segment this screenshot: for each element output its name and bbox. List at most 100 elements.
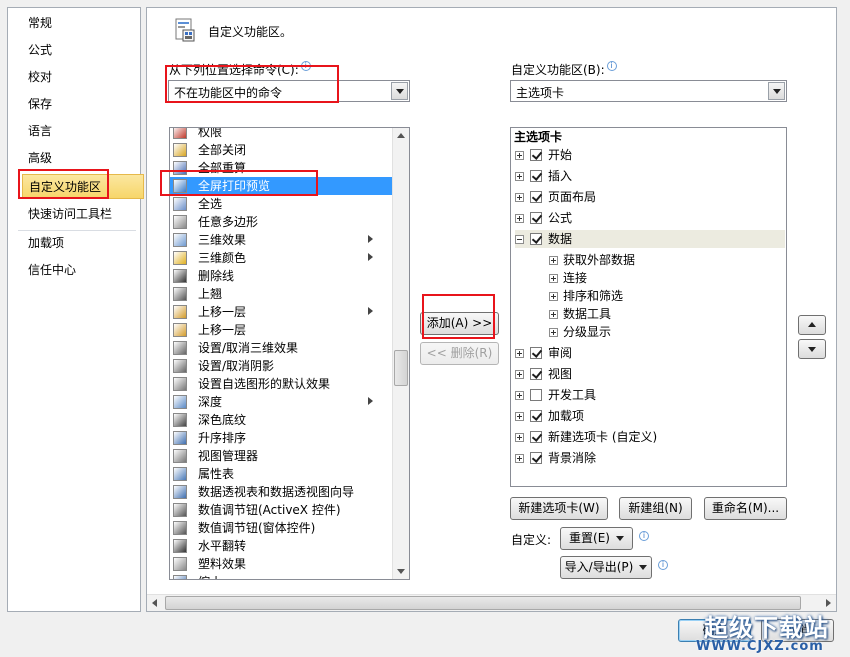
command-item[interactable]: 权限 <box>170 128 393 141</box>
command-item[interactable]: 视图管理器 <box>170 447 393 465</box>
expand-icon[interactable] <box>549 292 558 301</box>
new-group-button[interactable]: 新建组(N) <box>619 497 692 520</box>
command-item[interactable]: 全部重算 <box>170 159 393 177</box>
nav-item-add-ins[interactable]: 加载项 <box>8 231 140 256</box>
nav-item-trust-center[interactable]: 信任中心 <box>8 258 140 283</box>
commands-list[interactable]: 权限 全部关闭 全部重算 全屏打印预览 全选 任意多边形 三维效果 三维颜色 删除线上翘上移一层… <box>169 127 410 580</box>
nav-item-quick-access-toolbar[interactable]: 快速访问工具栏 <box>8 202 140 227</box>
scroll-up-icon[interactable] <box>393 128 409 144</box>
command-item[interactable]: 全部关闭 <box>170 141 393 159</box>
ribbon-tabs-combo[interactable]: 主选项卡 <box>510 80 787 102</box>
tab-checkbox[interactable] <box>530 191 542 203</box>
ribbon-tab-node[interactable]: 开发工具 <box>515 386 785 404</box>
command-item[interactable]: 深色底纹 <box>170 411 393 429</box>
ribbon-tab-node[interactable]: 页面布局 <box>515 188 785 206</box>
tab-checkbox[interactable] <box>530 233 542 245</box>
command-item[interactable]: 设置自选图形的默认效果 <box>170 375 393 393</box>
add-button[interactable]: 添加(A) >> <box>420 312 499 335</box>
nav-item-save[interactable]: 保存 <box>8 92 140 117</box>
import-export-button[interactable]: 导入/导出(P) <box>560 556 652 579</box>
command-item[interactable]: 删除线 <box>170 267 393 285</box>
scroll-left-icon[interactable] <box>147 595 163 611</box>
command-item[interactable]: 缩小 <box>170 573 393 579</box>
new-tab-button[interactable]: 新建选项卡(W) <box>510 497 608 520</box>
command-label: 数值调节钮(窗体控件) <box>198 521 316 535</box>
command-item[interactable]: 属性表 <box>170 465 393 483</box>
command-item[interactable]: 数值调节钮(ActiveX 控件) <box>170 501 393 519</box>
options-nav: 常规 公式 校对 保存 语言 高级 自定义功能区 快速访问工具栏 加载项 信任中… <box>7 7 144 612</box>
command-item[interactable]: 水平翻转 <box>170 537 393 555</box>
reset-button[interactable]: 重置(E) <box>560 527 633 550</box>
command-item[interactable]: 三维效果 <box>170 231 393 249</box>
ribbon-tab-node[interactable]: 开始 <box>515 146 785 164</box>
ribbon-tree[interactable]: 主选项卡 开始 插入 页面布局 公式 数据 获取外部数据 连接 排序和筛选 数据工具 分级显示 审阅… <box>510 127 787 487</box>
command-item[interactable]: 上翘 <box>170 285 393 303</box>
collapse-icon[interactable] <box>515 235 524 244</box>
ribbon-tab-node[interactable]: 背景消除 <box>515 449 785 467</box>
expand-icon[interactable] <box>515 151 524 160</box>
scroll-thumb[interactable] <box>394 350 408 386</box>
commands-list-scrollbar[interactable] <box>392 128 409 579</box>
nav-item-customize-ribbon[interactable]: 自定义功能区 <box>22 174 144 199</box>
tab-checkbox[interactable] <box>530 368 542 380</box>
move-up-button[interactable] <box>798 315 826 335</box>
expand-icon[interactable] <box>515 193 524 202</box>
move-down-button[interactable] <box>798 339 826 359</box>
expand-icon[interactable] <box>515 370 524 379</box>
tab-checkbox[interactable] <box>530 347 542 359</box>
scroll-down-icon[interactable] <box>393 563 409 579</box>
command-label: 属性表 <box>198 467 235 481</box>
command-item[interactable]: 上移一层 <box>170 303 393 321</box>
ribbon-tab-node[interactable]: 审阅 <box>515 344 785 362</box>
expand-icon[interactable] <box>549 256 558 265</box>
command-item[interactable]: 上移一层 <box>170 321 393 339</box>
tab-checkbox[interactable] <box>530 431 542 443</box>
expand-icon[interactable] <box>515 454 524 463</box>
expand-icon[interactable] <box>515 391 524 400</box>
command-label: 上翘 <box>198 287 223 301</box>
expand-icon[interactable] <box>549 310 558 319</box>
nav-item-formulas[interactable]: 公式 <box>8 38 140 63</box>
expand-icon[interactable] <box>549 274 558 283</box>
remove-button[interactable]: << 删除(R) <box>420 342 499 365</box>
chevron-down-icon[interactable] <box>768 82 785 100</box>
ribbon-tab-node[interactable]: 新建选项卡 (自定义) <box>515 428 785 446</box>
nav-item-proofing[interactable]: 校对 <box>8 65 140 90</box>
ribbon-tab-node[interactable]: 加载项 <box>515 407 785 425</box>
command-item[interactable]: 全屏打印预览 <box>170 177 393 195</box>
nav-item-advanced[interactable]: 高级 <box>8 146 140 171</box>
command-item[interactable]: 任意多边形 <box>170 213 393 231</box>
command-item[interactable]: 全选 <box>170 195 393 213</box>
nav-item-language[interactable]: 语言 <box>8 119 140 144</box>
command-item[interactable]: 塑料效果 <box>170 555 393 573</box>
ribbon-tab-node[interactable]: 公式 <box>515 209 785 227</box>
command-item[interactable]: 深度 <box>170 393 393 411</box>
expand-icon[interactable] <box>515 172 524 181</box>
tab-checkbox[interactable] <box>530 410 542 422</box>
tab-checkbox[interactable] <box>530 170 542 182</box>
command-item[interactable]: 数据透视表和数据透视图向导 <box>170 483 393 501</box>
tab-checkbox[interactable] <box>530 389 542 401</box>
nav-item-general[interactable]: 常规 <box>8 11 140 36</box>
chevron-right-icon <box>368 253 373 261</box>
command-item[interactable]: 三维颜色 <box>170 249 393 267</box>
expand-icon[interactable] <box>515 214 524 223</box>
tab-checkbox[interactable] <box>530 212 542 224</box>
command-item[interactable]: 设置/取消三维效果 <box>170 339 393 357</box>
ribbon-tab-node[interactable]: 视图 <box>515 365 785 383</box>
ribbon-tab-node[interactable]: 插入 <box>515 167 785 185</box>
rename-button[interactable]: 重命名(M)... <box>704 497 787 520</box>
ribbon-tab-node[interactable]: 数据 <box>515 230 785 248</box>
command-item[interactable]: 升序排序 <box>170 429 393 447</box>
expand-icon[interactable] <box>549 328 558 337</box>
tab-checkbox[interactable] <box>530 452 542 464</box>
command-item[interactable]: 数值调节钮(窗体控件) <box>170 519 393 537</box>
command-label: 升序排序 <box>198 431 247 445</box>
tab-checkbox[interactable] <box>530 149 542 161</box>
expand-icon[interactable] <box>515 433 524 442</box>
expand-icon[interactable] <box>515 349 524 358</box>
choose-commands-combo[interactable]: 不在功能区中的命令 <box>168 80 410 102</box>
command-item[interactable]: 设置/取消阴影 <box>170 357 393 375</box>
chevron-down-icon[interactable] <box>391 82 408 100</box>
expand-icon[interactable] <box>515 412 524 421</box>
